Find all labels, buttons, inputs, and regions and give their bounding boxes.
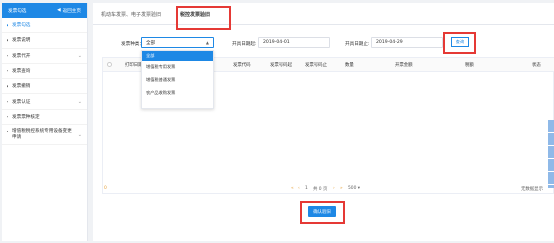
side-tab[interactable]	[548, 146, 554, 159]
side-tab[interactable]	[548, 120, 554, 133]
side-tab[interactable]	[548, 172, 554, 185]
next-page-button[interactable]: ›	[333, 186, 335, 191]
pagination: 0 « ‹ 1 共 0 页 › » 500 ▾ 无数据显示	[93, 186, 545, 194]
first-page-button[interactable]: «	[291, 186, 294, 191]
th-quantity: 数量	[345, 63, 354, 68]
tab-bar: 机动车发票、电子发票验旧 税控发票验旧	[93, 3, 554, 25]
th-status: 状态	[532, 63, 541, 68]
sidebar-item-label: 发票撤销	[12, 84, 31, 90]
invoice-type-value: 全部	[146, 40, 156, 46]
th-invoice-code: 发票代码	[233, 63, 251, 68]
end-date-label: 开具日期止:	[345, 42, 370, 47]
bullet-icon	[7, 55, 9, 57]
dropdown-option[interactable]: 全部	[142, 51, 213, 61]
sidebar-item-invoice-notes[interactable]: 发票说明	[2, 33, 87, 49]
sidebar-item-invoice-proxy[interactable]: 发票代开 ⌄	[2, 49, 87, 64]
th-number-start: 发票号码起	[270, 63, 292, 68]
sidebar-item-invoice-check[interactable]: 发票勾选	[2, 18, 87, 34]
chevron-down-icon: ⌄	[77, 52, 82, 59]
chevron-down-icon: ⌄	[77, 98, 82, 105]
th-tax: 税额	[465, 63, 474, 68]
sidebar-item-label: 发票代开	[12, 53, 31, 59]
back-home-link[interactable]: ◀ 返回主页	[57, 8, 81, 14]
confirm-highlight-box	[300, 201, 345, 224]
tab-vehicle-electronic-invoice[interactable]: 机动车发票、电子发票验旧	[101, 11, 161, 18]
bullet-icon	[7, 131, 9, 133]
current-page[interactable]: 1	[305, 186, 308, 191]
side-tab[interactable]	[548, 133, 554, 146]
back-home-label: 返回主页	[62, 8, 81, 14]
bullet-icon	[7, 24, 9, 26]
th-print-date: 打印日期	[125, 63, 143, 68]
end-date-input[interactable]: 2019-04-29	[371, 37, 443, 48]
chevron-down-icon: ⌄	[77, 132, 82, 139]
sidebar-title: 发票勾选	[8, 8, 27, 14]
dropdown-option[interactable]: 增值税专用发票	[142, 61, 213, 74]
side-tab[interactable]	[548, 159, 554, 172]
chevron-up-icon: ▲	[205, 40, 209, 45]
no-data-text: 无数据显示	[521, 187, 543, 192]
sidebar-item-label: 发票查询	[12, 69, 31, 75]
start-date-label: 开具日期起:	[232, 42, 257, 47]
dropdown-option[interactable]: 农产品收购发票	[142, 87, 213, 100]
sidebar-item-label: 增值税税控系统专用设备变更申请	[12, 129, 72, 141]
th-amount: 开票金额	[395, 63, 413, 68]
sidebar-item-label: 发票说明	[12, 38, 31, 44]
app-window: 发票勾选 ◀ 返回主页 发票勾选 发票说明 发票代开 ⌄ 发票查询 发票撤销 发…	[0, 0, 554, 243]
bullet-icon	[7, 100, 9, 103]
total-pages: 共 0 页	[313, 187, 328, 192]
floating-side-tabs[interactable]	[548, 120, 554, 188]
bullet-icon	[7, 85, 9, 88]
bullet-icon	[7, 70, 9, 72]
prev-page-button[interactable]: ‹	[298, 186, 300, 191]
start-date-input[interactable]: 2019-04-01	[258, 37, 330, 48]
th-number-end: 发票号码止	[305, 63, 327, 68]
sidebar: 发票勾选 ◀ 返回主页 发票勾选 发票说明 发票代开 ⌄ 发票查询 发票撤销 发…	[2, 3, 88, 241]
sidebar-item-label: 发票认证	[12, 99, 31, 105]
invoice-type-select[interactable]: 全部 ▲	[141, 37, 214, 48]
back-arrow-icon: ◀	[57, 8, 61, 13]
last-page-button[interactable]: »	[340, 186, 343, 191]
sidebar-item-device-change[interactable]: 增值税税控系统专用设备变更申请 ⌄	[2, 125, 87, 146]
bullet-icon	[7, 39, 9, 42]
page-size-select[interactable]: 500 ▾	[348, 186, 360, 191]
query-highlight-box	[443, 32, 476, 54]
end-date-value: 2019-04-29	[376, 40, 403, 45]
sidebar-item-label: 发票勾选	[12, 23, 31, 29]
sidebar-item-invoice-certify[interactable]: 发票认证 ⌄	[2, 94, 87, 110]
select-all-radio[interactable]	[107, 62, 112, 67]
sidebar-item-invoice-revoke[interactable]: 发票撤销	[2, 79, 87, 95]
row-count: 0	[104, 186, 107, 191]
sidebar-header: 发票勾选 ◀ 返回主页	[2, 3, 87, 18]
sidebar-item-label: 发票票种核定	[12, 114, 40, 120]
sidebar-item-invoice-query[interactable]: 发票查询	[2, 64, 87, 80]
sidebar-item-invoice-type-approval[interactable]: 发票票种核定	[2, 110, 87, 126]
start-date-value: 2019-04-01	[263, 40, 290, 45]
bullet-icon	[7, 116, 9, 118]
invoice-type-dropdown: 全部 增值税专用发票 增值税普通发票 农产品收购发票	[141, 50, 214, 109]
tab-highlight-box	[176, 6, 231, 30]
dropdown-option[interactable]: 增值税普通发票	[142, 74, 213, 87]
main-panel: 机动车发票、电子发票验旧 税控发票验旧 发票种类： 全部 ▲ 开具日期起: 20…	[93, 3, 554, 241]
